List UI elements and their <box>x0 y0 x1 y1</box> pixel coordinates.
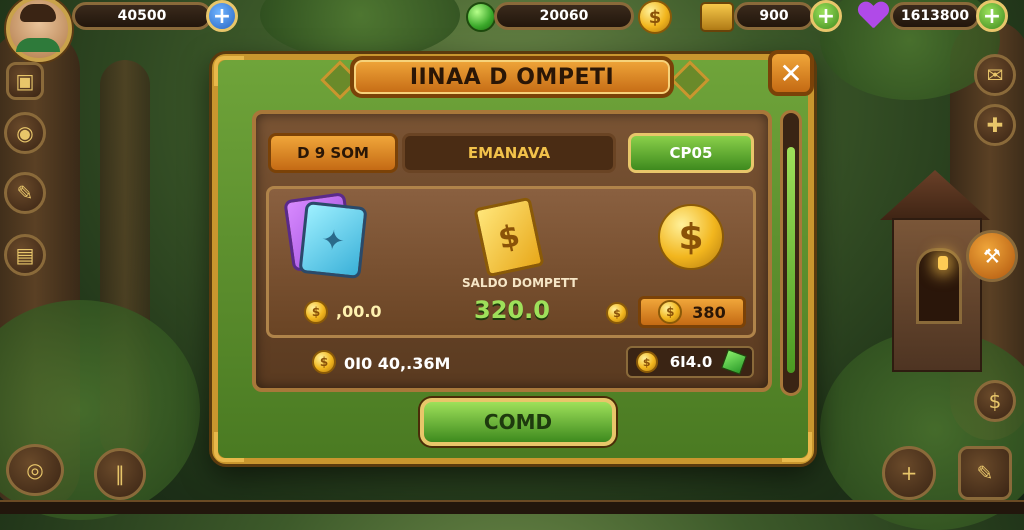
bell-icon: ✉ <box>986 63 1004 87</box>
plus-icon: + <box>900 461 918 485</box>
gem-icon <box>466 2 496 32</box>
build-button[interactable]: ⚒ <box>966 230 1018 282</box>
dialog-corner-ornament <box>214 432 244 462</box>
dollar-icon: $ <box>988 389 1002 413</box>
inventory-button[interactable]: ▤ <box>4 234 46 276</box>
puzzle-icon: ✚ <box>986 113 1004 137</box>
tab-first-label: D 9 SOM <box>297 144 369 162</box>
drum-button[interactable]: ◎ <box>6 444 64 496</box>
house-lamp <box>938 256 948 270</box>
edit-button[interactable]: ✎ <box>958 446 1012 500</box>
row-left-value: 0I0 40,.36M <box>344 354 451 373</box>
add-button[interactable]: + <box>882 446 936 500</box>
gold-counter: 40500 <box>72 2 212 30</box>
tools-button[interactable]: ✚ <box>974 104 1016 146</box>
coin-icon[interactable]: $ <box>638 0 672 34</box>
add-heart-button[interactable]: + <box>976 0 1008 32</box>
dialog-title-text: IINAA D OMPETI <box>409 64 615 90</box>
house-roof <box>880 170 990 220</box>
tab-second-label: EMANAVA <box>467 144 551 162</box>
pause-button[interactable]: ∥ <box>94 448 146 500</box>
right-value: 380 <box>692 302 726 322</box>
scrollbar[interactable] <box>780 110 802 396</box>
chest-icon <box>700 2 734 32</box>
drum-icon: ◎ <box>26 458 44 482</box>
coin-icon: $ <box>658 300 683 324</box>
tab-third[interactable]: CP05 <box>628 133 754 173</box>
quest-button[interactable]: ✎ <box>4 172 46 214</box>
left-value: ,00.0 <box>336 302 382 321</box>
card-blue-icon[interactable]: ✦ <box>298 200 368 280</box>
shop-button[interactable]: $ <box>974 380 1016 422</box>
heart-counter: 1613800 <box>890 2 980 30</box>
avatar-hair <box>20 4 56 22</box>
close-icon: ✕ <box>779 56 803 90</box>
dialog-title: IINAA D OMPETI <box>350 56 674 98</box>
leaf-icon: ✦ <box>319 222 347 258</box>
add-gold-button[interactable]: + <box>206 0 238 32</box>
gem-counter: 20060 <box>494 2 634 30</box>
notifications-button[interactable]: ✉ <box>974 54 1016 96</box>
map-button[interactable]: ◉ <box>4 112 46 154</box>
add-chest-button[interactable]: + <box>810 0 842 32</box>
small-coin-icon: $ <box>606 302 628 324</box>
right-value-box: $ 380 <box>638 296 746 328</box>
tab-second[interactable]: EMANAVA <box>402 133 616 173</box>
avatar-shirt <box>16 38 60 52</box>
pause-icon: ∥ <box>115 462 125 486</box>
small-coin-icon: $ <box>304 300 328 324</box>
profile-icon: ▣ <box>15 69 35 93</box>
heart-icon <box>858 2 888 30</box>
chest-counter: 900 <box>734 2 814 30</box>
heart-value: 1613800 <box>900 8 970 24</box>
close-button[interactable]: ✕ <box>768 50 814 96</box>
coin-icon: $ <box>635 351 658 373</box>
row-right-value: 6I4.0 <box>669 353 713 371</box>
tab-first[interactable]: D 9 SOM <box>268 133 398 173</box>
gold-value: 40500 <box>117 8 167 24</box>
small-coin-icon: $ <box>312 350 336 374</box>
tab-third-label: CP05 <box>669 144 713 162</box>
gem-value: 20060 <box>539 8 589 24</box>
saldo-label: SALDO DOMPETT <box>462 276 578 290</box>
book-icon: ▤ <box>15 243 35 267</box>
large-coin-icon: $ <box>658 204 724 270</box>
dialog-corner-ornament <box>214 56 244 86</box>
profile-menu-button[interactable]: ▣ <box>6 62 44 100</box>
chest-value: 900 <box>759 8 789 24</box>
scroll-icon: ✎ <box>16 181 34 205</box>
row-right-value-box: $ 6I4.0 <box>626 346 754 378</box>
globe-icon: ◉ <box>16 121 34 145</box>
confirm-button[interactable]: COMD <box>420 398 616 446</box>
saldo-value: 320.0 <box>474 296 550 324</box>
confirm-button-label: COMD <box>483 410 553 434</box>
top-bar: 40500 + 20060 $ 900 + 1613800 + <box>0 0 1024 62</box>
dialog-corner-ornament <box>782 432 812 462</box>
emerald-icon <box>721 349 748 375</box>
scrollbar-thumb[interactable] <box>787 147 795 373</box>
pencil-icon: ✎ <box>976 461 994 485</box>
hammer-icon: ⚒ <box>983 244 1001 268</box>
